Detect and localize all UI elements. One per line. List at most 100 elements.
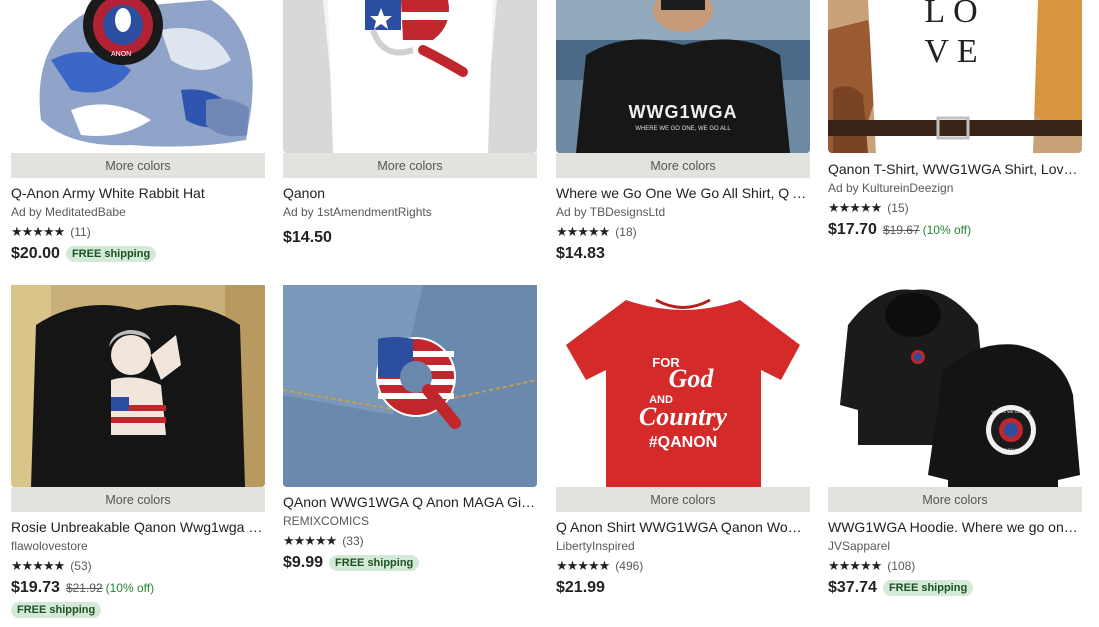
- listing-card[interactable]: More colors Rosie Unbreakable Qanon Wwg1…: [11, 285, 265, 618]
- listing-image[interactable]: LO VE: [828, 0, 1082, 153]
- price-row: $37.74 FREE shipping: [828, 578, 1082, 598]
- listing-image[interactable]: [11, 285, 265, 487]
- more-colors-label: More colors: [556, 153, 810, 178]
- rating: ★★★★★ (18): [556, 224, 810, 240]
- listing-card[interactable]: ANON More colors Q-Anon Army White Rabbi…: [11, 0, 265, 264]
- listing-title[interactable]: Q Anon Shirt WWG1WGA Qanon Women's Shirt: [556, 518, 810, 536]
- price: $17.70: [828, 221, 877, 238]
- listing-card[interactable]: FOR God AND Country #QANON More colors Q…: [556, 285, 810, 598]
- review-count: (15): [887, 201, 909, 215]
- listing-title[interactable]: Qanon: [283, 184, 537, 202]
- shirt-line-4: Country: [639, 402, 728, 431]
- free-shipping-badge: FREE shipping: [329, 555, 420, 571]
- more-colors-label: More colors: [283, 153, 537, 178]
- review-count: (53): [70, 559, 92, 573]
- shop-name: LibertyInspired: [556, 539, 635, 553]
- price: $21.99: [556, 579, 605, 596]
- listing-title[interactable]: Rosie Unbreakable Qanon Wwg1wga Shirt: [11, 518, 265, 536]
- price: $9.99: [283, 554, 324, 571]
- price-row: $19.73 $21.92 (10% off): [11, 578, 265, 598]
- free-shipping-badge: FREE shipping: [11, 602, 102, 618]
- shirt-line-2: God: [669, 364, 715, 393]
- price-row: $20.00 FREE shipping: [11, 244, 265, 264]
- q-pin-image: [283, 285, 537, 487]
- svg-text:ANON: ANON: [111, 51, 131, 58]
- price: $19.73: [11, 579, 60, 596]
- listing-image[interactable]: [283, 285, 537, 487]
- price: $14.50: [283, 229, 332, 246]
- camo-hat-image: ANON: [11, 0, 265, 153]
- discount-percent: (10% off): [922, 223, 972, 237]
- love-shirt-image: LO VE: [828, 0, 1082, 153]
- shop-name: JVSapparel: [828, 539, 891, 553]
- listing-title[interactable]: WWG1WGA Hoodie. Where we go one we go al…: [828, 518, 1082, 536]
- rating: ★★★★★ (108): [828, 558, 1082, 574]
- rating: ★★★★★ (33): [283, 533, 537, 549]
- shirt-text: WWG1WGA: [629, 102, 738, 122]
- black-shirt-image: WWG1WGA WHERE WE GO ONE, WE GO ALL: [556, 0, 810, 153]
- more-colors-label: More colors: [11, 153, 265, 178]
- rating: ★★★★★ (15): [828, 200, 1082, 216]
- rating: ★★★★★ (11): [11, 224, 265, 240]
- listing-card[interactable]: QAnon WWG1WGA Q Anon MAGA Gift Pin REMIX…: [283, 285, 537, 573]
- listing-title[interactable]: Qanon T-Shirt, WWG1WGA Shirt, Love Shirt: [828, 160, 1082, 178]
- price: $20.00: [11, 245, 60, 262]
- hoodie-text-bottom: WE GO ALL: [1000, 447, 1023, 452]
- listing-title[interactable]: QAnon WWG1WGA Q Anon MAGA Gift Pin: [283, 493, 537, 511]
- original-price: $21.92: [65, 581, 103, 595]
- listing-image[interactable]: ANON: [11, 0, 265, 153]
- price: $14.83: [556, 245, 605, 262]
- review-count: (11): [70, 225, 91, 239]
- shirt-line-5: #QANON: [649, 434, 717, 451]
- shop-name: Ad by TBDesignsLtd: [556, 205, 666, 219]
- star-rating-icon: ★★★★★: [11, 224, 65, 239]
- hoodie-text-top: WHERE WE GO ONE: [991, 409, 1031, 414]
- star-rating-icon: ★★★★★: [556, 224, 610, 239]
- hoodies-image: WHERE WE GO ONE WE GO ALL: [828, 285, 1082, 487]
- shop-name: Ad by KultureinDeezign: [828, 181, 954, 195]
- listing-image[interactable]: [283, 0, 537, 153]
- price-row: $9.99 FREE shipping: [283, 553, 537, 573]
- review-count: (18): [615, 225, 637, 239]
- discount-percent: (10% off): [105, 581, 155, 595]
- shirt-love-bottom: VE: [924, 33, 985, 70]
- star-rating-icon: ★★★★★: [828, 558, 882, 573]
- original-price: $19.67: [882, 223, 920, 237]
- rosie-shirt-image: [11, 285, 265, 487]
- listing-image[interactable]: FOR God AND Country #QANON: [556, 285, 810, 487]
- shop-name: Ad by 1stAmendmentRights: [283, 205, 432, 219]
- review-count: (108): [887, 559, 916, 573]
- rating: ★★★★★ (496): [556, 558, 810, 574]
- shop-name: Ad by MeditatedBabe: [11, 205, 126, 219]
- price-row: $14.83: [556, 244, 810, 264]
- price: $37.74: [828, 579, 877, 596]
- star-rating-icon: ★★★★★: [556, 558, 610, 573]
- listing-card[interactable]: LO VE Qanon T-Shirt, WWG1WGA Shirt, Love…: [828, 0, 1082, 240]
- listing-image[interactable]: WHERE WE GO ONE WE GO ALL: [828, 285, 1082, 487]
- star-rating-icon: ★★★★★: [283, 533, 337, 548]
- listing-card[interactable]: More colors Qanon Ad by 1stAmendmentRigh…: [283, 0, 537, 248]
- more-colors-label: More colors: [556, 487, 810, 512]
- shirt-subtext: WHERE WE GO ONE, WE GO ALL: [635, 126, 731, 132]
- review-count: (496): [615, 559, 644, 573]
- star-rating-icon: ★★★★★: [828, 200, 882, 215]
- listing-title[interactable]: Q-Anon Army White Rabbit Hat: [11, 184, 265, 202]
- listing-card[interactable]: WWG1WGA WHERE WE GO ONE, WE GO ALL More …: [556, 0, 810, 264]
- price-row: $14.50: [283, 228, 537, 248]
- more-colors-label: More colors: [11, 487, 265, 512]
- listing-title[interactable]: Where we Go One We Go All Shirt, Q Anon …: [556, 184, 810, 202]
- listing-card[interactable]: WHERE WE GO ONE WE GO ALL More colors WW…: [828, 285, 1082, 598]
- free-shipping-badge: FREE shipping: [65, 246, 157, 262]
- listing-image[interactable]: WWG1WGA WHERE WE GO ONE, WE GO ALL: [556, 0, 810, 153]
- red-shirt-image: FOR God AND Country #QANON: [556, 285, 810, 487]
- star-rating-icon: ★★★★★: [11, 558, 65, 573]
- shirt-love-top: LO: [924, 0, 985, 30]
- review-count: (33): [342, 534, 364, 548]
- rating: ★★★★★ (53): [11, 558, 265, 574]
- price-row: $21.99: [556, 578, 810, 598]
- free-shipping-badge: FREE shipping: [882, 580, 974, 596]
- shop-name: REMIXCOMICS: [283, 514, 370, 528]
- more-colors-label: More colors: [828, 487, 1082, 512]
- white-q-shirt-image: [283, 0, 537, 153]
- price-row: $17.70 $19.67 (10% off): [828, 220, 1082, 240]
